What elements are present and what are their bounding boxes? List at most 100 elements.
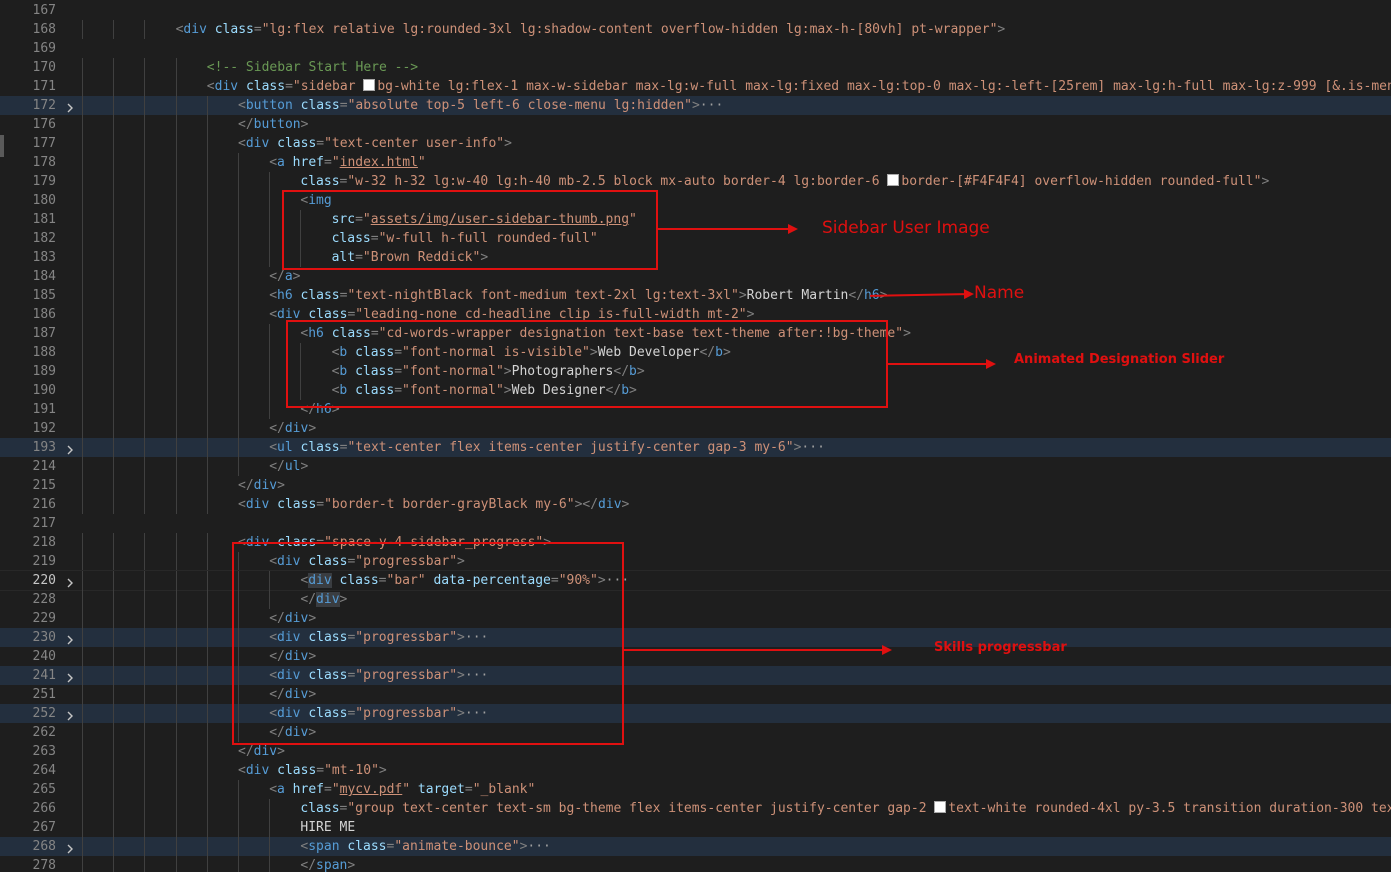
code-line[interactable]: 263 </div> <box>0 742 1391 761</box>
code-line[interactable]: 184 </a> <box>0 267 1391 286</box>
code-line[interactable]: 185 <h6 class="text-nightBlack font-mediu… <box>0 286 1391 305</box>
indent-guide <box>144 856 146 872</box>
code-line[interactable]: 182 class="w-full h-full rounded-full" <box>0 229 1391 248</box>
indent-guide <box>113 590 115 609</box>
indent-guide <box>113 818 115 837</box>
indent-guide <box>269 343 271 362</box>
code-line[interactable]: 252 <div class="progressbar">··· <box>0 704 1391 723</box>
token-attr: class <box>277 136 317 151</box>
indent-guide <box>206 115 208 134</box>
chevron-right-icon[interactable] <box>64 704 76 723</box>
indent-guide <box>269 799 271 818</box>
indent-guide <box>238 229 239 248</box>
code-line[interactable]: 183 alt="Brown Reddick"> <box>0 248 1391 267</box>
indent-guide <box>113 666 115 685</box>
chevron-right-icon[interactable] <box>64 96 76 115</box>
chevron-right-icon[interactable] <box>64 628 76 647</box>
token-str: " <box>402 782 411 797</box>
token-punc: < <box>238 763 246 778</box>
indent-guide <box>144 20 146 39</box>
code-line[interactable]: 171 <div class="sidebar bg-white lg:flex-… <box>0 77 1391 96</box>
token-punc: < <box>269 288 278 303</box>
color-swatch[interactable] <box>934 801 947 813</box>
code-editor[interactable]: 167 168 <div class="lg:flex relative lg:ro… <box>0 0 1391 872</box>
code-line[interactable]: 193 <ul class="text-center flex items-cen… <box>0 438 1391 457</box>
code-text: class="group text-center text-sm bg-them… <box>300 799 1391 818</box>
code-line[interactable]: 170 <!-- Sidebar Start Here --> <box>0 58 1391 77</box>
token-punc: ></ <box>574 497 599 512</box>
chevron-right-icon[interactable] <box>64 666 76 685</box>
line-number: 190 <box>32 383 56 398</box>
code-line[interactable]: 264 <div class="mt-10"> <box>0 761 1391 780</box>
token-link[interactable]: mycv.pdf <box>340 782 403 797</box>
code-line[interactable]: 241 <div class="progressbar">··· <box>0 666 1391 685</box>
indent-guide <box>113 571 115 590</box>
indent-guide <box>82 153 83 172</box>
indent-guide <box>175 571 177 590</box>
code-line[interactable]: 218 <div class="space-y-4 sidebar_progres… <box>0 533 1391 552</box>
indent-guide <box>269 381 271 400</box>
indent-guide <box>238 362 239 381</box>
token-str: " <box>417 155 426 170</box>
code-line[interactable]: 229 </div> <box>0 609 1391 628</box>
indent-guide <box>206 381 208 400</box>
code-line[interactable]: 262 </div> <box>0 723 1391 742</box>
code-line[interactable]: 219 <div class="progressbar"> <box>0 552 1391 571</box>
indent-guide <box>82 666 83 685</box>
code-line[interactable]: 251 </div> <box>0 685 1391 704</box>
code-line[interactable]: 179 class="w-32 h-32 lg:w-40 lg:h-40 mb-2… <box>0 172 1391 191</box>
code-text: <div class="sidebar bg-white lg:flex-1 m… <box>207 77 1391 96</box>
indent-guide <box>82 647 83 666</box>
chevron-right-icon[interactable] <box>64 571 76 590</box>
code-line[interactable]: 192 </div> <box>0 419 1391 438</box>
line-number: 189 <box>32 364 56 379</box>
indent-guide <box>269 172 271 191</box>
code-line[interactable]: 265 <a href="mycv.pdf" target="_blank" <box>0 780 1391 799</box>
chevron-right-icon[interactable] <box>64 837 76 856</box>
code-line[interactable]: 168 <div class="lg:flex relative lg:round… <box>0 20 1391 39</box>
code-line[interactable]: 214 </ul> <box>0 457 1391 476</box>
code-line[interactable]: 217 <box>0 514 1391 533</box>
indent-guide <box>206 495 208 514</box>
token-ell[interactable]: ··· <box>801 440 824 455</box>
code-line[interactable]: 178 <a href="index.html" <box>0 153 1391 172</box>
code-line[interactable]: 230 <div class="progressbar">··· <box>0 628 1391 647</box>
code-line[interactable]: 180 <img <box>0 191 1391 210</box>
indent-guide <box>144 381 146 400</box>
code-line[interactable]: 177 <div class="text-center user-info"> <box>0 134 1391 153</box>
code-line[interactable]: 278 </span> <box>0 856 1391 872</box>
code-line[interactable]: 268 <span class="animate-bounce">··· <box>0 837 1391 856</box>
code-line[interactable]: 216 <div class="border-t border-grayBlack… <box>0 495 1391 514</box>
indent-guide <box>206 571 208 590</box>
indent-guide <box>144 400 146 419</box>
code-line[interactable]: 169 <box>0 39 1391 58</box>
code-line[interactable]: 228 </div> <box>0 590 1391 609</box>
code-line[interactable]: 215 </div> <box>0 476 1391 495</box>
code-line[interactable]: 176 </button> <box>0 115 1391 134</box>
token-tag: div <box>598 497 622 512</box>
color-swatch[interactable] <box>887 174 900 186</box>
code-line[interactable]: 266 class="group text-center text-sm bg-t… <box>0 799 1391 818</box>
token-str: border-[#F4F4F4] overflow-hidden rounded… <box>901 174 1262 189</box>
chevron-right-icon[interactable] <box>64 438 76 457</box>
indent-guide <box>144 210 146 229</box>
code-text: <ul class="text-center flex items-center… <box>269 438 825 457</box>
token-ell[interactable]: ··· <box>700 98 723 113</box>
code-line[interactable]: 172 <button class="absolute top-5 left-6 … <box>0 96 1391 115</box>
token-link[interactable]: index.html <box>340 155 418 170</box>
indent-guide <box>175 248 177 267</box>
token-tag: div <box>253 744 278 759</box>
line-number: 170 <box>32 60 56 75</box>
color-swatch[interactable] <box>363 79 376 91</box>
code-line[interactable]: 267 HIRE ME <box>0 818 1391 837</box>
code-line[interactable]: 181 src="assets/img/user-sidebar-thumb.pn… <box>0 210 1391 229</box>
line-number: 191 <box>32 402 56 417</box>
code-line[interactable]: 220 <div class="bar" data-percentage="90%… <box>0 570 1391 591</box>
indent-guide <box>206 704 208 723</box>
line-number: 186 <box>32 307 56 322</box>
code-line[interactable]: 167 <box>0 1 1391 20</box>
token-ell[interactable]: ··· <box>527 839 550 854</box>
indent-guide <box>82 400 83 419</box>
